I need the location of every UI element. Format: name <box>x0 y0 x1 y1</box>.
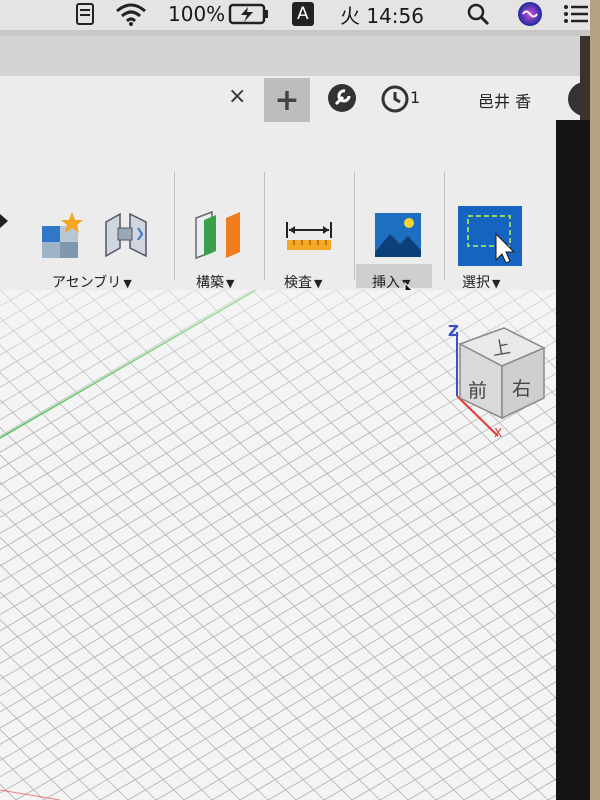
select-menu-label[interactable]: 選択 ▼ <box>462 272 500 292</box>
plus-icon: + <box>274 82 300 118</box>
job-status-button[interactable] <box>380 84 410 114</box>
toolbar-divider <box>264 172 265 280</box>
extensions-button[interactable] <box>326 82 358 114</box>
construct-group: 構築 ▼ <box>176 174 260 291</box>
battery-charging-icon[interactable] <box>228 0 270 28</box>
user-account-name[interactable]: 邑井 香 <box>478 88 531 112</box>
job-count: 1 <box>410 88 421 107</box>
close-tab-button[interactable]: × <box>228 84 246 109</box>
new-tab-button[interactable]: + <box>264 78 310 122</box>
window-select-icon <box>458 206 522 266</box>
inspect-menu-label[interactable]: 検査 ▼ <box>284 272 322 292</box>
image-insert-icon <box>375 213 421 257</box>
measure-ruler-icon <box>286 222 332 250</box>
help-icon: ? <box>579 87 580 112</box>
wifi-icon[interactable] <box>114 0 148 28</box>
insert-group: 挿入 ▼ <box>356 174 440 291</box>
select-tool[interactable] <box>458 206 522 270</box>
x-axis-label: X <box>494 426 503 440</box>
joint-tool[interactable] <box>100 208 154 264</box>
menubar-clock[interactable]: 火 14:56 <box>340 0 424 28</box>
input-source-indicator[interactable]: A <box>292 0 314 28</box>
toolbar-divider <box>444 172 445 280</box>
notification-center-icon[interactable] <box>562 0 590 28</box>
toolbar-divider <box>174 172 175 280</box>
new-component-tool[interactable] <box>38 208 90 264</box>
document-tab-bar: × + 1 邑井 香 ? <box>0 76 580 168</box>
toolbar-scroll-left-icon[interactable] <box>0 212 10 234</box>
construct-plane-icon <box>195 210 240 260</box>
select-group: 選択 ▼ <box>446 174 536 291</box>
desk-background <box>590 0 600 800</box>
new-component-icon <box>42 212 83 258</box>
toolbar-divider <box>354 172 355 280</box>
offset-plane-tool[interactable] <box>192 208 244 264</box>
siri-icon[interactable] <box>516 0 544 28</box>
3d-canvas-viewport[interactable]: Z X 上 前 右 <box>0 290 580 800</box>
assemble-group: アセンブリ ▼ <box>30 174 170 291</box>
help-button[interactable]: ? <box>568 82 580 116</box>
viewcube-right-label: 右 <box>512 378 532 400</box>
system-menu-bar: 100% A 火 14:56 <box>0 0 600 30</box>
battery-percent: 100% <box>168 2 226 26</box>
construct-menu-label[interactable]: 構築 ▼ <box>196 272 234 292</box>
design-toolbar: アセンブリ ▼ 構築 ▼ 検査 ▼ 挿入 ▼ 選択 ▼ <box>0 168 580 305</box>
view-cube[interactable]: Z X 上 前 右 <box>440 322 560 446</box>
window-title-strip <box>0 36 580 76</box>
spotlight-search-icon[interactable] <box>466 0 490 28</box>
notes-menu-icon[interactable] <box>72 0 98 28</box>
viewcube-front-label: 前 <box>468 380 488 402</box>
measure-tool[interactable] <box>284 218 334 258</box>
joint-icon <box>105 212 147 258</box>
fusion-app-window: × + 1 邑井 香 ? <box>0 36 580 800</box>
wrench-icon <box>328 84 356 112</box>
insert-canvas-tool[interactable] <box>374 212 422 262</box>
z-axis-label: Z <box>448 322 459 340</box>
clock-icon <box>381 85 409 113</box>
assemble-menu-label[interactable]: アセンブリ ▼ <box>52 272 132 292</box>
inspect-group: 検査 ▼ <box>266 174 352 291</box>
